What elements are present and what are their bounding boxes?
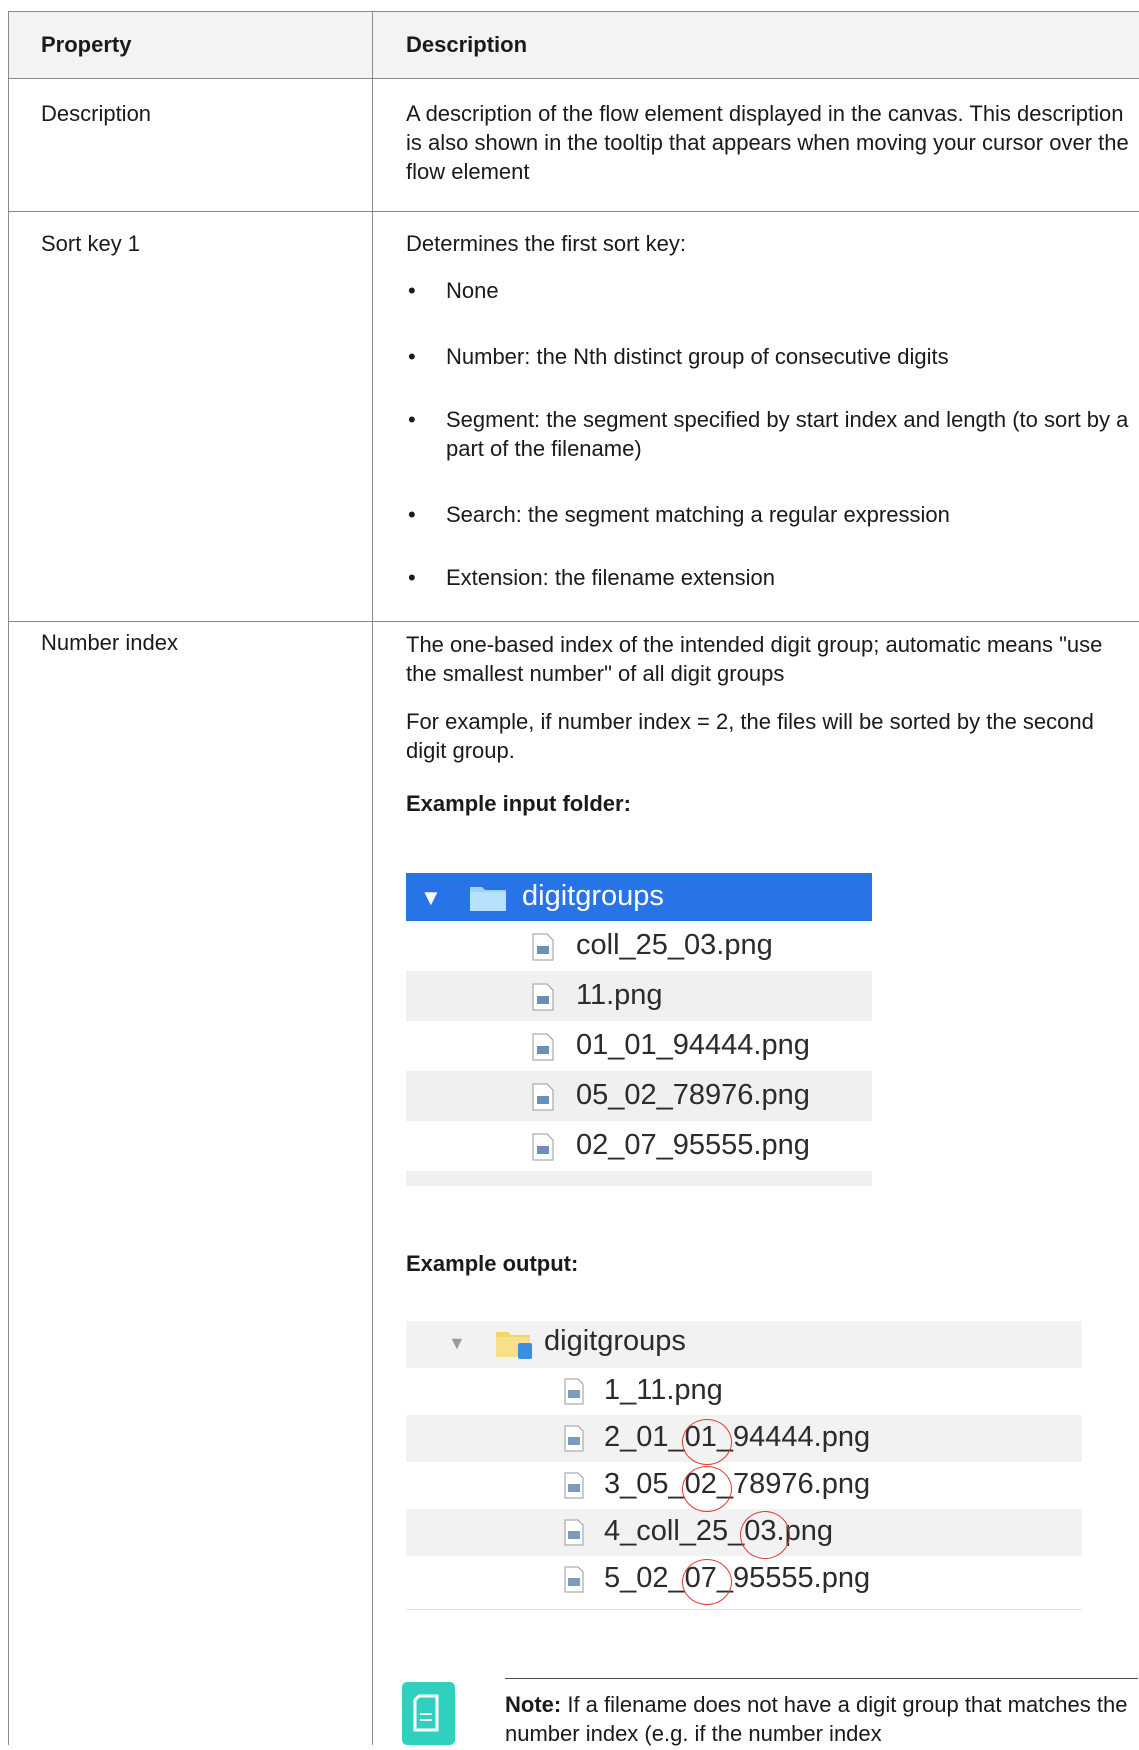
file-row: 01_01_94444.png [406, 1021, 872, 1071]
image-file-icon [564, 1425, 584, 1452]
highlight-circle [682, 1559, 732, 1605]
header-bottom-border [8, 78, 1139, 79]
image-file-icon [564, 1378, 584, 1405]
image-file-icon [532, 1083, 554, 1111]
file-row: 05_02_78976.png [406, 1071, 872, 1121]
table-header-row [8, 12, 1139, 78]
folder-icon [496, 1332, 532, 1359]
image-file-icon [532, 1033, 554, 1061]
row-property-sort-key: Sort key 1 [41, 231, 141, 256]
example-output-heading: Example output: [406, 1251, 579, 1276]
note-text: Note: If a filename does not have a digi… [505, 1692, 1128, 1746]
row-divider [8, 621, 1139, 622]
list-bottom-rule [406, 1609, 1082, 1610]
row-property-description: Description [41, 101, 152, 126]
file-row: 11.png [406, 971, 872, 1021]
header-description: Description [406, 32, 528, 57]
image-file-icon [564, 1472, 584, 1499]
file-row: 3_05_02_78976.png [406, 1462, 1082, 1509]
disclosure-triangle-icon: ▼ [420, 885, 442, 910]
disclosure-triangle-icon: ▼ [448, 1333, 466, 1353]
folder-name: digitgroups [544, 1325, 686, 1357]
row-description-text: A description of the flow element displa… [406, 101, 1129, 184]
example-output-folder-image: ▼ digitgroups 1_11.png 2_01_01_94444.png… [406, 1321, 1082, 1611]
image-file-icon [532, 933, 554, 961]
image-file-icon [564, 1519, 584, 1546]
folder-icon [470, 887, 506, 911]
folder-row: ▼ digitgroups [406, 1321, 1082, 1368]
highlight-circle [682, 1466, 732, 1512]
number-index-example: For example, if number index = 2, the fi… [406, 709, 1094, 763]
image-file-icon [532, 1133, 554, 1161]
note-icon [402, 1682, 455, 1745]
note-divider [505, 1678, 1138, 1679]
table-left-border [8, 11, 9, 1745]
table-top-border [8, 11, 1139, 12]
file-row: coll_25_03.png [406, 921, 872, 971]
file-row: 1_11.png [406, 1368, 1082, 1415]
file-row-empty [406, 1171, 872, 1186]
column-divider [372, 11, 373, 1745]
highlight-circle [682, 1419, 732, 1465]
folder-row-selected: ▼ digitgroups [406, 873, 872, 921]
file-row: 2_01_01_94444.png [406, 1415, 1082, 1462]
highlight-circle [740, 1511, 790, 1559]
folder-name: digitgroups [522, 880, 664, 912]
file-row: 5_02_07_95555.png [406, 1556, 1082, 1603]
row-property-number-index: Number index [41, 630, 178, 655]
row-divider [8, 211, 1139, 212]
image-file-icon [564, 1566, 584, 1593]
sort-key-intro: Determines the first sort key: [406, 231, 686, 256]
number-index-description: The one-based index of the intended digi… [406, 632, 1103, 686]
file-row: 02_07_95555.png [406, 1121, 872, 1171]
example-input-folder-image: ▼ digitgroups coll_25_03.png 11.png 01_0… [406, 873, 872, 1186]
example-input-heading: Example input folder: [406, 791, 631, 816]
header-property: Property [41, 32, 132, 57]
image-file-icon [532, 983, 554, 1011]
